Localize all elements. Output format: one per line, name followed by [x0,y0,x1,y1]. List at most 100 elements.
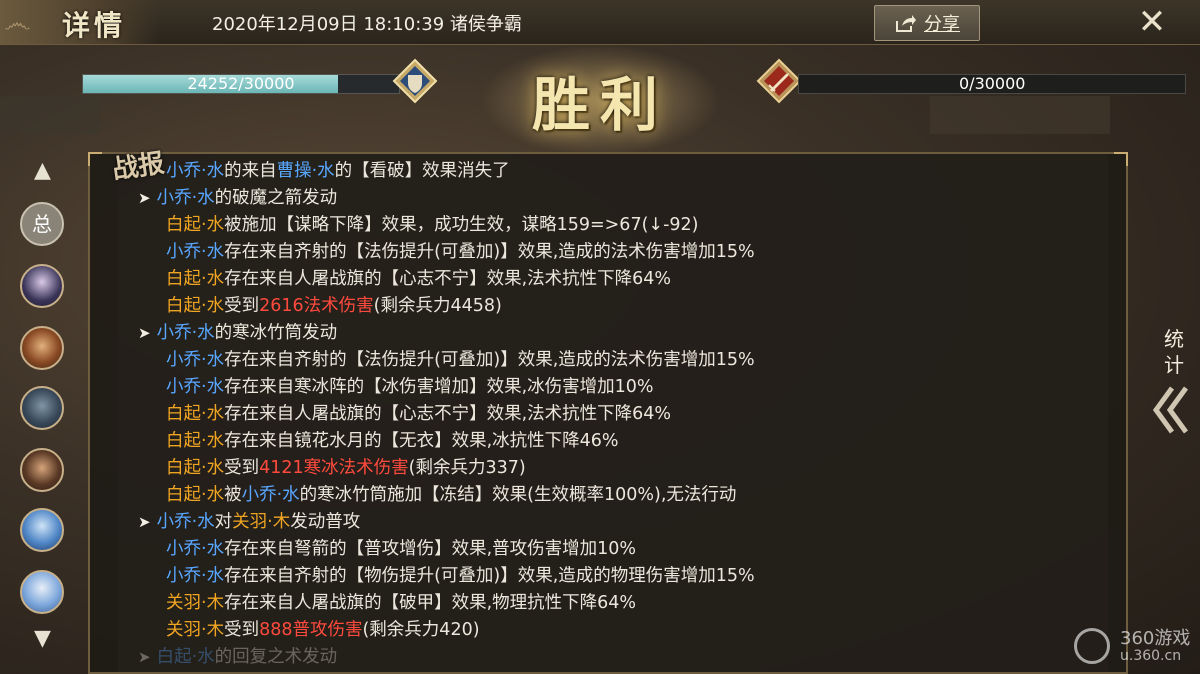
damage-value: 4121寒冰法术伤害 [259,458,409,478]
enemy-general-name: 白起·水 [166,404,225,424]
panel-corner [88,152,102,166]
ally-general-name: 小乔·水 [166,539,225,559]
log-text: 的回复之术发动 [214,647,338,667]
enemy-general-name: 白起·水 [166,431,225,451]
log-effect-line: 白起·水受到2616法术伤害(剩余兵力4458) [126,293,755,320]
watermark-url: u.360.cn [1120,648,1182,664]
general-portrait-5[interactable] [20,508,64,552]
enemy-troop-text: 0/30000 [959,74,1026,93]
damage-value: 888普攻伤害 [259,620,363,640]
victory-banner: 胜利 [531,71,668,139]
battle-log-scroll[interactable]: 小乔·水的来自曹操·水的【看破】效果消失了 ➤ 小乔·水的破魔之箭发动 白起·水被施加… [118,154,1108,672]
general-portrait-4[interactable] [20,448,64,492]
cloud-swirl-icon: ෴ [4,6,31,39]
enemy-general-name: 白起·水 [166,269,225,289]
watermark-brand: 360游戏 [1120,628,1191,649]
log-text: 的寒冰竹筒发动 [214,323,338,343]
enemy-general-name: 白起·水 [166,296,225,316]
ally-general-name: 小乔·水 [156,323,215,343]
share-label: 分享 [924,14,960,35]
share-button[interactable]: 分享 [874,5,980,41]
panel-corner [1114,152,1128,166]
log-text: 存在来自人屠战旗的【心志不宁】效果,法术抗性下降64% [224,404,672,424]
close-button[interactable]: ✕ [1130,2,1174,42]
top-bar: ෴ 详情 2020年12月09日 18:10:39 诸侯争霸 分享 ✕ [0,0,1200,45]
log-text: 的【看破】效果消失了 [334,161,510,181]
general-portrait-3[interactable] [20,386,64,430]
log-text: 被施加【谋略下降】效果，成功生效，谋略159=>67(↓-92) [224,215,699,235]
log-skill-line: ➤ 小乔·水的破魔之箭发动 [126,185,755,212]
log-text: 受到 [224,458,260,478]
log-text: 存在来自齐射的【物伤提升(可叠加)】效果,造成的物理伤害增加15% [224,566,755,586]
log-text: 受到 [224,296,260,316]
log-effect-line: 关羽·木存在来自人屠战旗的【破甲】效果,物理抗性下降64% [126,590,755,617]
stats-label-2: 计 [1164,353,1184,377]
log-effect-line: 小乔·水的来自曹操·水的【看破】效果消失了 [126,158,755,185]
log-effect-line: 白起·水存在来自人屠战旗的【心志不宁】效果,法术抗性下降64% [126,266,755,293]
enemy-troop-bar: 0/30000 [798,74,1186,94]
log-effect-line: 小乔·水存在来自齐射的【法伤提升(可叠加)】效果,造成的法术伤害增加15% [126,347,755,374]
ally-general-name: 白起·水 [156,647,215,667]
log-text: 受到 [224,620,260,640]
ally-general-name: 小乔·水 [166,242,225,262]
chevron-up-icon[interactable]: ▲ [34,158,51,184]
log-text: 存在来自齐射的【法伤提升(可叠加)】效果,造成的法术伤害增加15% [224,350,755,370]
skill-arrow-icon: ➤ [138,324,151,342]
player-troop-text: 24252/30000 [187,74,295,93]
log-text: (剩余兵力420) [362,620,480,640]
log-skill-line: ➤ 小乔·水的寒冰竹筒发动 [126,320,755,347]
ally-general-name: 小乔·水 [166,350,225,370]
log-effect-line: 小乔·水存在来自弩箭的【普攻增伤】效果,普攻伤害增加10% [126,536,755,563]
enemy-general-name: 白起·水 [166,485,225,505]
general-portrait-6[interactable] [20,570,64,614]
log-text: 对 [214,512,233,532]
log-text: 存在来自镜花水月的【无衣】效果,冰抗性下降46% [224,431,619,451]
log-effect-line: 白起·水被小乔·水的寒冰竹筒施加【冻结】效果(生效概率100%),无法行动 [126,482,755,509]
log-effect-line: 小乔·水存在来自齐射的【物伤提升(可叠加)】效果,造成的物理伤害增加15% [126,563,755,590]
report-label: 战报 [110,148,167,186]
ally-general-name: 曹操·水 [276,161,335,181]
shield-icon [392,58,438,104]
ally-general-name: 小乔·水 [156,188,215,208]
log-text: 的来自 [224,161,277,181]
shade-left [0,96,100,134]
log-text: 存在来自弩箭的【普攻增伤】效果,普攻伤害增加10% [224,539,637,559]
general-portrait-2[interactable] [20,326,64,370]
enemy-general-name: 白起·水 [166,215,225,235]
log-text: 被 [224,485,242,505]
battle-log: 小乔·水的来自曹操·水的【看破】效果消失了 ➤ 小乔·水的破魔之箭发动 白起·水被施加… [126,158,755,671]
enemy-general-name: 关羽·木 [166,593,225,613]
chevron-down-icon[interactable]: ▼ [34,626,51,652]
close-icon: ✕ [1137,2,1167,42]
player-troop-bar: 24252/30000 [82,74,400,94]
page-title: 详情 [62,9,127,42]
double-chevron-left-icon[interactable] [1150,384,1190,436]
stats-label-1: 统 [1164,327,1184,351]
ally-general-name: 小乔·水 [166,566,225,586]
skill-arrow-icon: ➤ [138,189,151,207]
stats-tab[interactable]: 统 计 [1160,326,1188,378]
log-text: (剩余兵力337) [408,458,526,478]
log-skill-line: ➤ 小乔·水对关羽·木发动普攻 [126,509,755,536]
log-skill-line: ➤ 白起·水的回复之术发动 [126,644,755,671]
log-effect-line: 白起·水受到4121寒冰法术伤害(剩余兵力337) [126,455,755,482]
ally-general-name: 小乔·水 [241,485,300,505]
share-icon [896,15,916,32]
log-text: 存在来自齐射的【法伤提升(可叠加)】效果,造成的法术伤害增加15% [224,242,755,262]
skill-arrow-icon: ➤ [138,513,151,531]
damage-value: 2616法术伤害 [259,296,374,316]
sword-icon [756,58,802,104]
watermark: 360游戏 u.360.cn [1074,624,1190,664]
ally-general-name: 小乔·水 [166,377,225,397]
total-button[interactable]: 总 [20,202,64,246]
log-effect-line: 小乔·水存在来自寒冰阵的【冰伤害增加】效果,冰伤害增加10% [126,374,755,401]
log-text: 发动普攻 [290,512,361,532]
skill-arrow-icon: ➤ [138,648,151,666]
log-text: 的寒冰竹筒施加【冻结】效果(生效概率100%),无法行动 [299,485,737,505]
log-effect-line: 白起·水被施加【谋略下降】效果，成功生效，谋略159=>67(↓-92) [126,212,755,239]
log-effect-line: 小乔·水存在来自齐射的【法伤提升(可叠加)】效果,造成的法术伤害增加15% [126,239,755,266]
enemy-general-name: 白起·水 [166,458,225,478]
battle-report-panel[interactable]: 小乔·水的来自曹操·水的【看破】效果消失了 ➤ 小乔·水的破魔之箭发动 白起·水被施加… [88,152,1128,674]
general-portrait-1[interactable] [20,264,64,308]
log-text: (剩余兵力4458) [373,296,502,316]
